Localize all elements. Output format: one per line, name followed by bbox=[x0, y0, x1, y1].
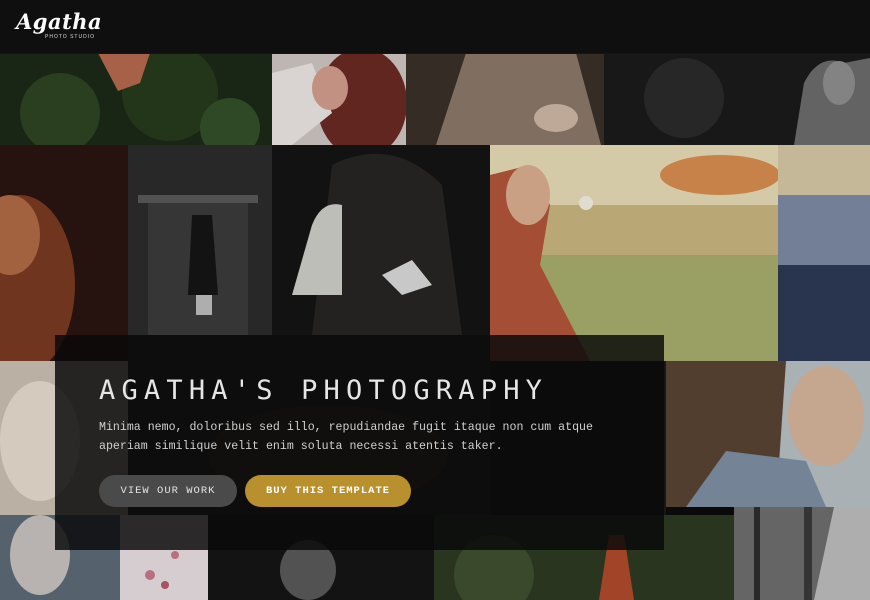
gallery-photo-woman-sweater[interactable] bbox=[406, 53, 604, 145]
gallery-photo-warm-portrait[interactable] bbox=[0, 145, 128, 361]
gallery-photo-dancer-window[interactable] bbox=[272, 145, 490, 335]
logo-wordmark: Agatha bbox=[16, 9, 103, 34]
gallery-photo-bw-portrait[interactable] bbox=[604, 53, 870, 145]
brand-logo[interactable]: Agatha PHOTO STUDIO bbox=[16, 9, 103, 40]
hero-description: Minima nemo, doloribus sed illo, repudia… bbox=[99, 421, 593, 453]
gallery-photo-doorway-figure[interactable] bbox=[128, 145, 272, 335]
hero-panel: AGATHA'S PHOTOGRAPHY Minima nemo, dolori… bbox=[55, 335, 664, 550]
gallery-photo-dandelion-field[interactable] bbox=[490, 145, 778, 361]
gallery-photo-woman-red-hair[interactable] bbox=[272, 53, 406, 145]
gallery-photo-greenery[interactable] bbox=[0, 53, 272, 145]
hero-title: AGATHA'S PHOTOGRAPHY bbox=[99, 375, 549, 406]
buy-this-template-button[interactable]: BUY THIS TEMPLATE bbox=[245, 475, 411, 507]
gallery-photo-forest-light[interactable] bbox=[734, 507, 870, 600]
top-navigation-bar: Agatha PHOTO STUDIO bbox=[0, 0, 870, 54]
view-our-work-button[interactable]: VIEW OUR WORK bbox=[99, 475, 237, 507]
gallery-photo-misty-landscape[interactable] bbox=[778, 145, 870, 361]
gallery-photo-woman-profile[interactable] bbox=[666, 361, 870, 507]
logo-subtitle: PHOTO STUDIO bbox=[45, 34, 95, 40]
